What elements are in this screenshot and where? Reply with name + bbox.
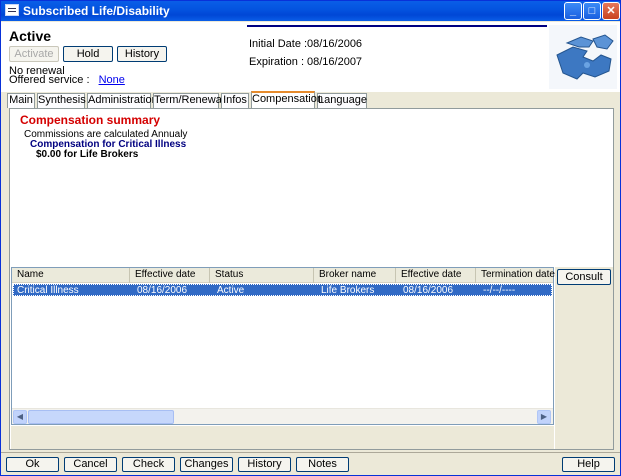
- cell-broker-effective-date: 08/16/2006: [403, 285, 454, 296]
- tab-language[interactable]: Language: [317, 93, 367, 108]
- column-header-termination-date[interactable]: Termination date: [476, 268, 555, 283]
- table-header: Name Effective date Status Broker name E…: [12, 268, 555, 283]
- footer-history-button[interactable]: History: [238, 457, 291, 472]
- cell-broker-name: Life Brokers: [321, 285, 375, 296]
- horizontal-scrollbar[interactable]: ◀ ▶: [12, 408, 553, 424]
- ok-button[interactable]: Ok: [6, 457, 59, 472]
- offered-service-link[interactable]: None: [99, 74, 125, 86]
- tab-administration[interactable]: Administration: [87, 93, 158, 108]
- cell-termination-date: --/--/----: [483, 285, 516, 296]
- history-button[interactable]: History: [117, 46, 167, 62]
- dialog-window: Subscribed Life/Disability _ □ ✕ Active …: [0, 0, 621, 476]
- scrollbar-thumb[interactable]: [28, 410, 174, 424]
- close-button[interactable]: ✕: [602, 2, 620, 20]
- title-bar[interactable]: Subscribed Life/Disability _ □ ✕: [1, 1, 620, 21]
- column-header-broker-name[interactable]: Broker name: [314, 268, 396, 283]
- cell-status: Active: [217, 285, 245, 296]
- header-divider: [247, 25, 547, 27]
- activate-button[interactable]: Activate: [9, 46, 59, 62]
- header-panel: Active Activate Hold History No renewal …: [1, 22, 620, 92]
- window-title: Subscribed Life/Disability: [23, 4, 170, 18]
- window-icon: [5, 4, 19, 16]
- column-header-name[interactable]: Name: [12, 268, 130, 283]
- initial-date-value: 08/16/2006: [307, 38, 363, 50]
- initial-date-label: Initial Date :: [249, 38, 308, 50]
- side-button-area: Consult: [555, 267, 613, 449]
- offered-service-label: Offered service :: [9, 74, 90, 86]
- tab-main[interactable]: Main: [7, 93, 35, 108]
- status-title: Active: [9, 28, 52, 44]
- notes-button[interactable]: Notes: [296, 457, 349, 472]
- summary-amount: $0.00 for Life Brokers: [36, 149, 139, 160]
- maximize-icon: □: [588, 5, 596, 17]
- puzzle-logo-icon: [549, 25, 617, 89]
- cell-effective-date: 08/16/2006: [137, 285, 188, 296]
- help-button[interactable]: Help: [562, 457, 615, 472]
- changes-button[interactable]: Changes: [180, 457, 233, 472]
- column-header-effective-date[interactable]: Effective date: [130, 268, 210, 283]
- expiration-label: Expiration :: [249, 56, 305, 68]
- scroll-left-icon[interactable]: ◀: [13, 410, 27, 424]
- column-header-broker-effective-date[interactable]: Effective date: [396, 268, 476, 283]
- close-icon: ✕: [606, 5, 616, 17]
- table-row[interactable]: Critical Illness 08/16/2006 Active Life …: [13, 284, 552, 296]
- offered-service: Offered service : None: [9, 74, 125, 86]
- compensation-table[interactable]: Name Effective date Status Broker name E…: [11, 267, 555, 425]
- expiration-value: 08/16/2007: [307, 56, 363, 68]
- minimize-icon: _: [569, 5, 577, 17]
- column-header-status[interactable]: Status: [210, 268, 314, 283]
- check-button[interactable]: Check: [122, 457, 175, 472]
- footer-divider: [1, 452, 620, 453]
- minimize-button[interactable]: _: [564, 2, 582, 20]
- tab-term-renewal[interactable]: Term/Renewal: [153, 93, 224, 108]
- summary-title: Compensation summary: [20, 113, 161, 127]
- maximize-button[interactable]: □: [583, 2, 601, 20]
- scroll-right-icon[interactable]: ▶: [537, 410, 551, 424]
- panel-bottom-strip: [11, 426, 554, 449]
- compensation-panel: Compensation summary Commissions are cal…: [9, 108, 614, 450]
- consult-button[interactable]: Consult: [557, 269, 611, 285]
- tab-infos[interactable]: Infos: [221, 93, 249, 108]
- cancel-button[interactable]: Cancel: [64, 457, 117, 472]
- tab-synthesis[interactable]: Synthesis: [37, 93, 86, 108]
- cell-name: Critical Illness: [17, 285, 79, 296]
- hold-button[interactable]: Hold: [63, 46, 113, 62]
- compensation-summary: Compensation summary Commissions are cal…: [12, 111, 611, 263]
- tab-compensation[interactable]: Compensation: [251, 91, 323, 108]
